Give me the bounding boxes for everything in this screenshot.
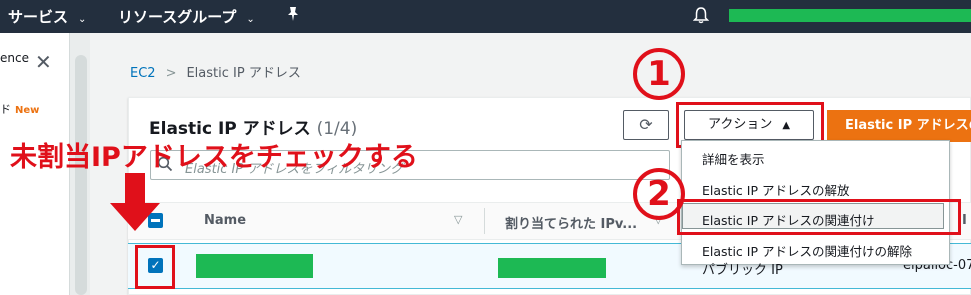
instruction-annotation: 未割当IPアドレスをチェックする (10, 142, 418, 173)
pin-icon[interactable] (286, 6, 300, 26)
new-badge: New (15, 105, 40, 116)
step-2-marker: 2 (633, 168, 685, 220)
arrow-down-icon (108, 173, 162, 233)
redacted-name-cell (196, 254, 313, 278)
breadcrumb-separator: > (165, 66, 177, 81)
resource-groups-label: リソースグループ (118, 8, 237, 26)
breadcrumb: EC2 > Elastic IP アドレス (130, 62, 301, 81)
chevron-down-icon: ⌄ (78, 14, 87, 25)
column-header-name[interactable]: Name (204, 213, 246, 228)
refresh-button[interactable]: ⟳ (623, 110, 669, 140)
column-header-id[interactable]: I (962, 213, 967, 228)
refresh-icon: ⟳ (639, 115, 653, 134)
resource-groups-menu[interactable]: リソースグループ ⌄ (118, 6, 255, 27)
menu-item-view-details[interactable]: 詳細を表示 (702, 149, 765, 168)
highlight-box-associate (677, 199, 961, 235)
scrollbar-thumb[interactable] (75, 55, 87, 295)
column-divider[interactable] (484, 208, 485, 234)
menu-item-release-address[interactable]: Elastic IP アドレスの解放 (702, 180, 849, 199)
top-navigation-bar: サービス ⌄ リソースグループ ⌄ (0, 0, 971, 33)
menu-item-disassociate-address[interactable]: Elastic IP アドレスの関連付けの解除 (702, 241, 912, 260)
sort-icon[interactable]: ▽ (454, 213, 462, 226)
redacted-ip-cell (498, 258, 606, 278)
close-icon[interactable]: ✕ (35, 50, 52, 74)
services-menu[interactable]: サービス ⌄ (8, 6, 86, 27)
side-panel-text-2: ド (0, 103, 11, 116)
bell-icon[interactable] (692, 6, 710, 24)
highlight-box-checkbox (135, 245, 175, 289)
column-header-ipv4[interactable]: 割り当てられた IPv... (505, 213, 637, 232)
side-panel-text: ence (0, 51, 29, 65)
breadcrumb-ec2-link[interactable]: EC2 (130, 66, 156, 81)
breadcrumb-current: Elastic IP アドレス (186, 66, 301, 81)
public-ip-column-partial: パブリック IP (702, 263, 783, 278)
step-1-marker: 1 (633, 48, 685, 100)
services-label: サービス (8, 8, 69, 26)
chevron-down-icon: ⌄ (246, 14, 255, 25)
allocate-elastic-ip-button[interactable]: Elastic IP アドレスの割り当て (827, 110, 971, 142)
redacted-account-bar (729, 9, 971, 22)
